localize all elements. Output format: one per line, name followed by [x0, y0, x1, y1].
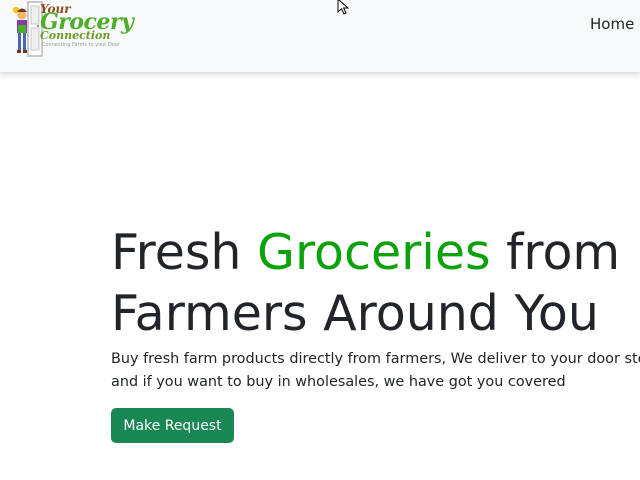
hero-title: Fresh Groceries from Farmers Around You [111, 222, 620, 344]
logo-text-connection: Connection [40, 29, 111, 42]
make-request-button[interactable]: Make Request [111, 408, 234, 443]
logo-tagline: Connecting Farms to your Door [42, 42, 120, 48]
hero-title-line2: Farmers Around You [111, 285, 599, 342]
hero-description: Buy fresh farm products directly from fa… [111, 351, 640, 390]
nav-link-home[interactable]: Home [590, 15, 634, 33]
navbar: Your Grocery Connection Connecting Farms… [0, 0, 640, 72]
hero-title-part2: from [490, 224, 621, 281]
brand-logo[interactable]: Your Grocery Connection Connecting Farms… [10, 0, 134, 60]
hero-title-highlight: Groceries [257, 224, 491, 281]
hero-title-part1: Fresh [111, 224, 257, 281]
mouse-cursor-icon [337, 0, 350, 15]
